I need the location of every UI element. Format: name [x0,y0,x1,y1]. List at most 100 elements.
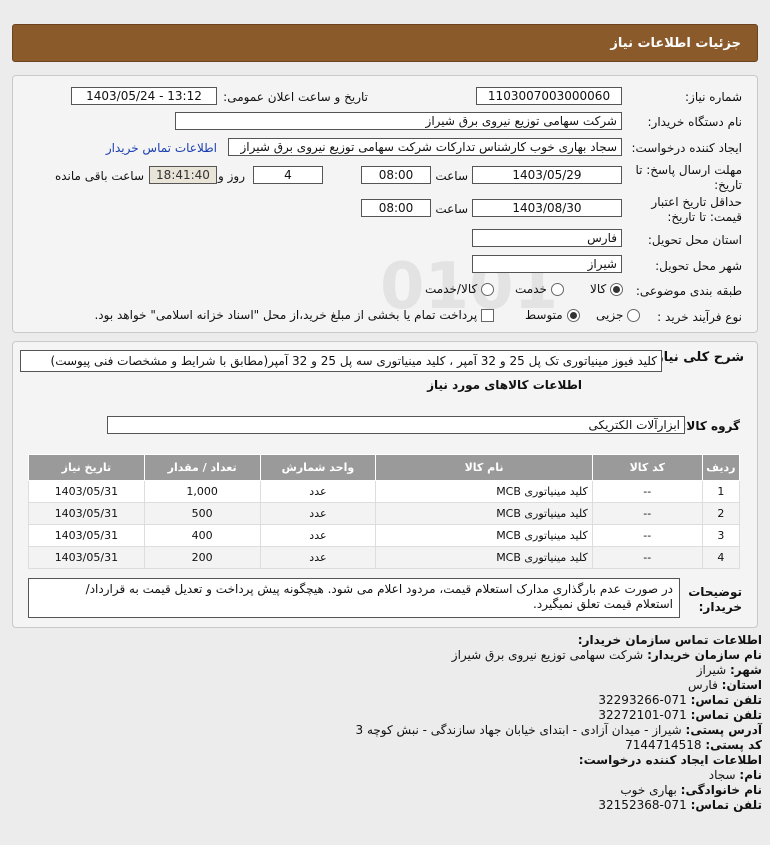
validity-date-field[interactable]: 1403/08/30 [472,199,622,217]
creator-family: نام خانوادگی: بهاری خوب [620,783,762,797]
category-radio-goods[interactable]: کالا [590,282,624,296]
col-index: ردیف [701,454,741,481]
reply-deadline-label: مهلت ارسال پاسخ: تا تاریخ: [635,163,742,192]
page-title: جزئیات اطلاعات نیاز [610,36,741,51]
cell-date: 1403/05/31 [28,480,145,503]
process-medium-label: متوسط [525,308,563,322]
contact-city: شهر: شیراز [696,663,762,677]
contact-postal: کد پستی: 7144714518 [625,738,762,752]
goods-group-label: گروه کالا: [681,419,740,433]
radio-icon[interactable] [550,283,564,296]
announce-label: تاریخ و ساعت اعلان عمومی: [223,90,368,104]
col-date: تاریخ نیاز [28,454,145,481]
cell-index: 4 [701,546,741,569]
city-field[interactable]: شیراز [472,255,622,273]
cell-name: کلید مینیاتوری MCB [375,480,593,503]
cell-qty: 200 [143,546,261,569]
reply-time-label: ساعت [435,169,468,183]
payment-checkbox-row[interactable]: پرداخت تمام یا بخشی از مبلغ خرید،از محل … [94,308,494,322]
cell-qty: 500 [143,502,261,525]
table-row[interactable]: 3 -- کلید مینیاتوری MCB عدد 400 1403/05/… [28,524,741,547]
goods-table: ردیف کد کالا نام کالا واحد شمارش تعداد /… [28,454,741,569]
cell-index: 3 [701,524,741,547]
process-minor-label: جزیی [596,308,624,322]
cell-name: کلید مینیاتوری MCB [375,524,593,547]
radio-selected-icon[interactable] [566,309,580,322]
province-field[interactable]: فارس [472,229,622,247]
cell-qty: 400 [143,524,261,547]
payment-note: پرداخت تمام یا بخشی از مبلغ خرید،از محل … [94,308,478,322]
process-label: نوع فرآیند خرید : [657,310,742,324]
days-field[interactable]: 4 [253,166,323,184]
summary-field: کلید فیوز مینیاتوری تک پل 25 و 32 آمپر ،… [20,350,662,372]
reply-time-field[interactable]: 08:00 [361,166,431,184]
cell-date: 1403/05/31 [28,524,145,547]
process-radio-minor[interactable]: جزیی [596,308,641,322]
goods-section-title: اطلاعات کالاهای مورد نیاز [427,378,582,392]
cell-unit: عدد [259,502,377,525]
col-unit: واحد شمارش [259,454,377,481]
radio-icon[interactable] [481,283,495,296]
cell-code: -- [591,546,703,569]
reply-date-field[interactable]: 1403/05/29 [472,166,622,184]
contact-fax: تلفن تماس: 071-32272101 [598,708,762,722]
summary-label: شرح کلی نیاز: [650,350,744,365]
cell-code: -- [591,524,703,547]
cell-name: کلید مینیاتوری MCB [375,546,593,569]
contact-org: نام سازمان خریدار: شرکت سهامی توزیع نیرو… [451,648,762,662]
cell-unit: عدد [259,480,377,503]
creator-name: نام: سجاد [708,768,762,782]
need-number-field[interactable]: 1103007003000060 [476,87,622,105]
buyer-notes-line1: در صورت عدم بارگذاری مدارک استعلام قیمت،… [85,582,673,596]
need-number-label: شماره نیاز: [685,90,742,104]
category-goods-label: کالا [590,282,607,296]
buyer-notes-line2: استعلام قیمت تعلق نمیگیرد. [533,597,673,611]
buyer-org-label: نام دستگاه خریدار: [647,115,743,129]
cell-name: کلید مینیاتوری MCB [375,502,593,525]
validity-label: حداقل تاریخ اعتبار قیمت: تا تاریخ: [651,195,742,224]
radio-icon[interactable] [627,309,641,322]
category-radio-service[interactable]: خدمت [515,282,564,296]
cell-code: -- [591,480,703,503]
table-row[interactable]: 2 -- کلید مینیاتوری MCB عدد 500 1403/05/… [28,502,741,525]
cell-code: -- [591,502,703,525]
checkbox-icon[interactable] [481,309,494,322]
contact-heading: اطلاعات تماس سازمان خریدار: [577,633,762,647]
col-name: نام کالا [375,454,593,481]
validity-time-label: ساعت [435,202,468,216]
table-row[interactable]: 4 -- کلید مینیاتوری MCB عدد 200 1403/05/… [28,546,741,569]
province-label: استان محل تحویل: [647,233,742,247]
remaining-label: ساعت باقی مانده [54,169,144,183]
city-label: شهر محل تحویل: [655,259,742,273]
creator-field[interactable]: سجاد بهاری خوب کارشناس تدارکات شرکت سهام… [228,138,622,156]
validity-time-field[interactable]: 08:00 [361,199,431,217]
buyer-contact-link[interactable]: اطلاعات تماس خریدار [106,141,217,155]
table-row[interactable]: 1 -- کلید مینیاتوری MCB عدد 1,000 1403/0… [28,480,741,503]
table-header-row: ردیف کد کالا نام کالا واحد شمارش تعداد /… [28,454,741,481]
cell-date: 1403/05/31 [28,546,145,569]
creator-heading: اطلاعات ایجاد کننده درخواست: [578,753,762,767]
days-label: روز و [218,169,245,183]
cell-index: 1 [701,480,741,503]
category-service-label: خدمت [515,282,547,296]
radio-selected-icon[interactable] [610,283,624,296]
buyer-notes-label: توضیحات خریدار: [688,585,742,614]
page-title-bar: جزئیات اطلاعات نیاز [12,24,758,62]
cell-qty: 1,000 [143,480,261,503]
process-radio-medium[interactable]: متوسط [525,308,580,322]
cell-unit: عدد [259,524,377,547]
category-label: طبقه بندی موضوعی: [635,284,742,298]
contact-province: استان: فارس [687,678,762,692]
contact-phone: تلفن تماس: 071-32293266 [598,693,762,707]
category-both-label: کالا/خدمت [425,282,478,296]
category-radio-both[interactable]: کالا/خدمت [425,282,495,296]
creator-label: ایجاد کننده درخواست: [631,141,742,155]
buyer-notes-box: در صورت عدم بارگذاری مدارک استعلام قیمت،… [28,578,680,618]
contact-address: آدرس پستی: شیراز - میدان آزادی - ابتدای … [355,723,763,737]
remaining-time-field: 18:41:40 [149,166,217,184]
cell-unit: عدد [259,546,377,569]
creator-phone: تلفن تماس: 071-32152368 [598,798,762,812]
buyer-org-field[interactable]: شرکت سهامی توزیع نیروی برق شیراز [175,112,622,130]
cell-index: 2 [701,502,741,525]
announce-field[interactable]: 1403/05/24 - 13:12 [71,87,217,105]
